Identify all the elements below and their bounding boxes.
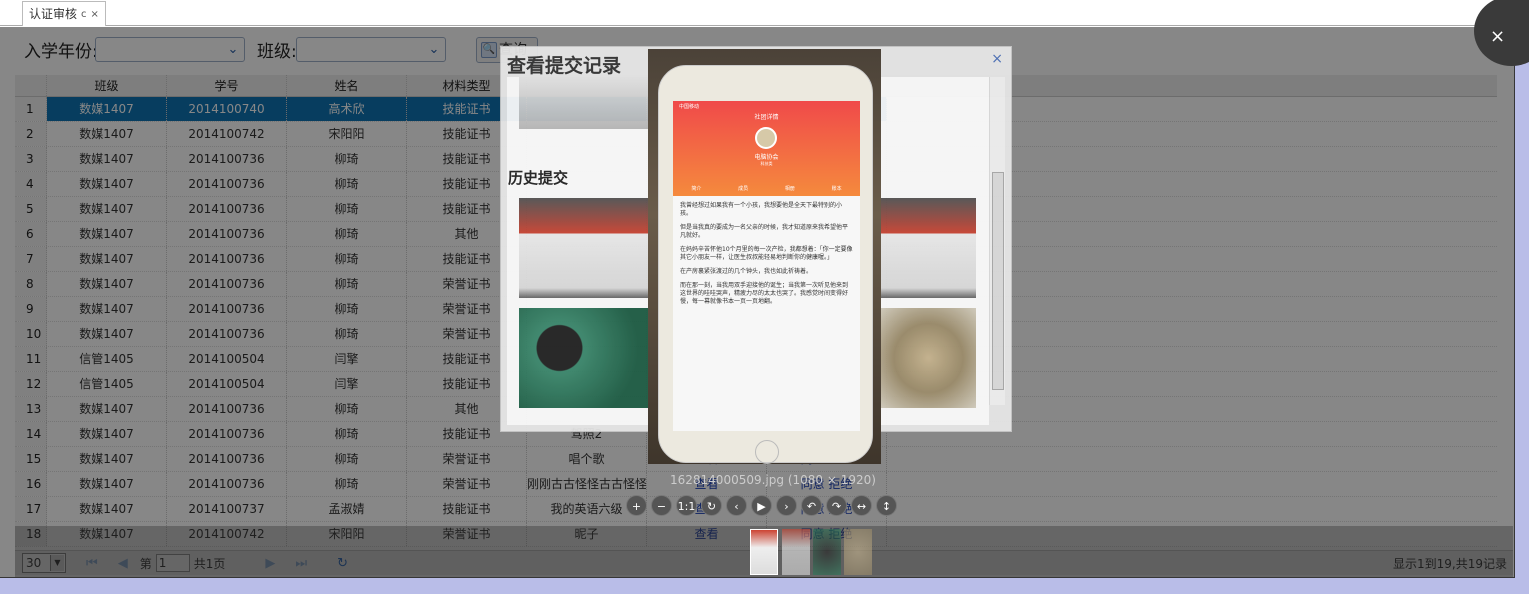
close-icon[interactable]: × [1490,26,1505,47]
app-window: 认证审核 c × 入学年份: ⌄ 班级: ⌄ 🔍查询 班级学号姓名材料类型 1数… [0,0,1515,578]
screen-tab: 简介 [691,186,702,192]
screen-tab: 相册 [784,186,795,192]
home-button [755,440,779,464]
screen-para: 在产房裏紧张渡过的几个钟头，我也如此祈祷着。 [680,268,813,275]
scrollbar-thumb[interactable] [992,172,1004,390]
rotate-left-icon[interactable]: ↶ [801,495,822,516]
screen-tab: 账本 [831,186,842,192]
phone-photo: 中国移动 社团详情 电脑协会 科技类 简介 成员 相册 账本 我曾经想过如果我有… [658,65,873,464]
club-logo [755,127,777,149]
image-viewer[interactable]: 中国移动 社团详情 电脑协会 科技类 简介 成员 相册 账本 我曾经想过如果我有… [648,49,881,464]
screen-para: 在妈妈辛苦怀他10个月里的每一次产检，我都想着：「你一定要像其它小朋友一样，让医… [680,246,853,261]
screen-para: 但是当我真的要成为一名父亲的时候，我才知道原来我希望他平凡就好。 [680,224,849,239]
close-icon[interactable]: × [991,51,1003,67]
screen-text: 我曾经想过如果我有一个小孩，我想要他是全天下最特别的小孩。 但是当我真的要成为一… [673,196,860,318]
screen-tabs: 简介 成员 相册 账本 [673,185,860,192]
play-icon[interactable]: ▶ [751,495,772,516]
thumbnail-active[interactable] [750,529,778,575]
thumbnail-strip [15,526,1513,577]
thumbnail[interactable] [813,529,841,575]
history-image[interactable] [519,308,654,408]
close-icon[interactable]: × [91,3,99,26]
nav-title: 社团详情 [754,114,779,121]
tab-certification-review[interactable]: 认证审核 c × [22,1,106,26]
screen-para: 而在那一刻，当我用双手迎接他的诞生；当我第一次听见他来到这世界的哇哇哭声，精疲力… [680,282,849,305]
reset-icon[interactable]: ↻ [701,495,722,516]
history-image[interactable] [881,308,976,408]
history-image[interactable] [519,198,654,298]
next-icon[interactable]: › [776,495,797,516]
zoom-in-icon[interactable]: + [626,495,647,516]
image-caption: 1628140005​09.jpg (1080 × 1920) [670,473,876,487]
flip-vertical-icon[interactable]: ↕ [876,495,897,516]
rotate-right-icon[interactable]: ↷ [826,495,847,516]
submission-image[interactable] [519,77,654,129]
club-name: 电脑协会 [754,154,779,161]
screen-para: 我曾经想过如果我有一个小孩，我想要他是全天下最特别的小孩。 [680,202,843,217]
tab-bar: 认证审核 c × [0,0,1514,26]
history-title: 历史提交 [508,169,569,187]
prev-icon[interactable]: ‹ [726,495,747,516]
screen-tab: 成员 [738,186,749,192]
dialog-scrollbar[interactable] [989,77,1005,405]
history-image[interactable] [881,198,976,298]
tab-label: 认证审核 [29,6,78,21]
thumbnail[interactable] [844,529,872,575]
thumbnail[interactable] [782,529,810,575]
actual-size-icon[interactable]: 1:1 [676,495,697,516]
phone-screen: 中国移动 社团详情 电脑协会 科技类 简介 成员 相册 账本 我曾经想过如果我有… [673,101,860,431]
club-category: 科技类 [760,161,773,166]
status-text: 中国移动 [679,104,700,110]
zoom-out-icon[interactable]: − [651,495,672,516]
viewer-toolbar: + −1:1 ↻ ‹ ▶ › ↶ ↷ ↔ ↕ [626,495,897,516]
screen-header: 中国移动 社团详情 电脑协会 科技类 简介 成员 相册 账本 [673,101,860,196]
flip-horizontal-icon[interactable]: ↔ [851,495,872,516]
dialog-title: 查看提交记录 [507,55,622,77]
refresh-icon[interactable]: c [81,3,87,26]
